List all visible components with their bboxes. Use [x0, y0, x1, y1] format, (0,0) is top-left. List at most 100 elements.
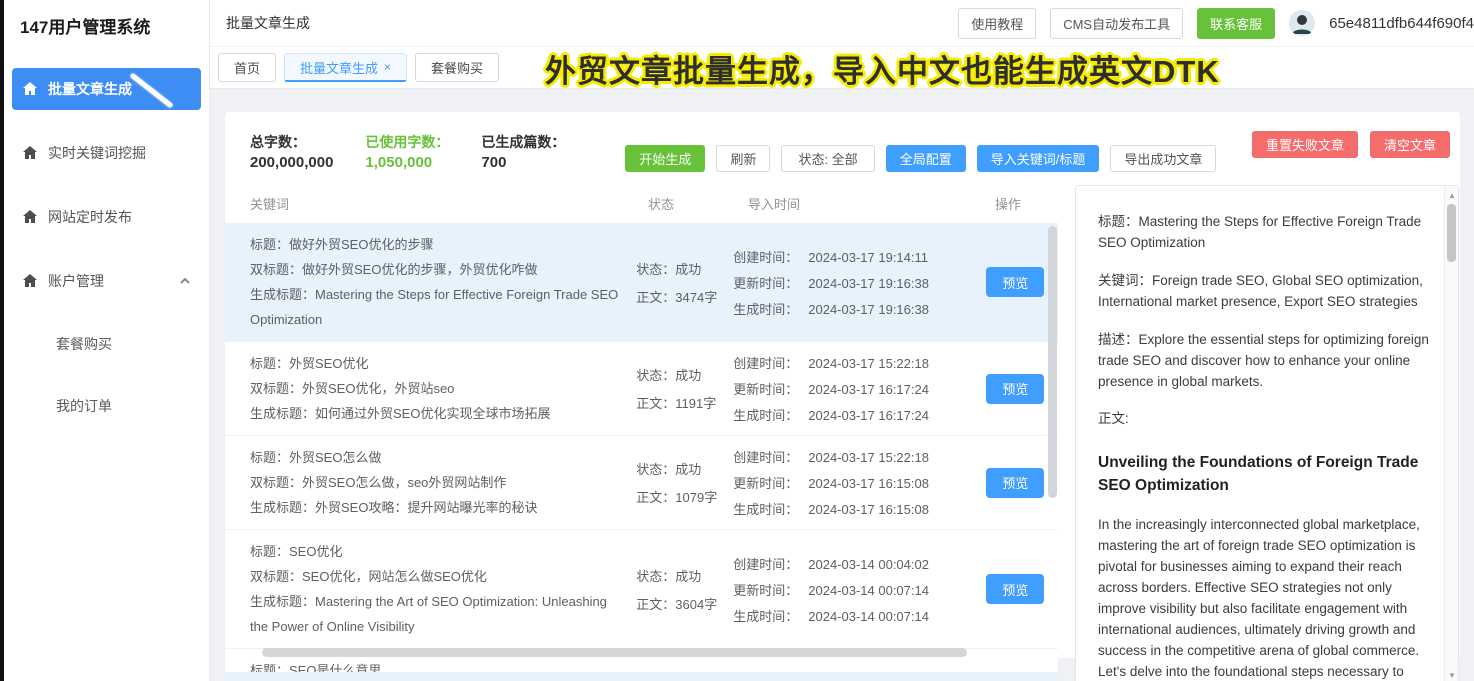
import-keywords-button[interactable]: 导入关键词/标题 [977, 145, 1100, 172]
preview-title-text: Mastering the Steps for Effective Foreig… [1098, 214, 1421, 250]
generated-time: 2024-03-14 00:07:14 [808, 609, 929, 624]
table-vertical-scrollbar[interactable] [1048, 188, 1057, 628]
stat-value: 700 [481, 152, 565, 174]
sidebar-subitem-label: 我的订单 [56, 396, 112, 416]
action-cell: 预览 [973, 445, 1058, 520]
time-cell: 创建时间： 2024-03-14 00:04:02 更新时间： 2024-03-14… [733, 539, 972, 639]
preview-keywords: 关键词：Foreign trade SEO, Global SEO optimi… [1098, 271, 1436, 313]
updated-time-label: 更新时间： [733, 473, 798, 492]
home-icon [22, 81, 38, 97]
contact-support-button[interactable]: 联系客服 [1197, 8, 1275, 39]
row-title: 标题：SEO优化 [250, 539, 622, 564]
row-dual-title: 双标题：外贸SEO怎么做，seo外贸网站制作 [250, 470, 622, 495]
keyword-cell: 标题：外贸SEO怎么做 双标题：外贸SEO怎么做，seo外贸网站制作 生成标题：… [250, 445, 636, 520]
status-cell: 状态：成功 正文：3474字 [636, 232, 733, 332]
main-card: 总字数： 200,000,000 已使用字数： 1,050,000 已生成篇数：… [225, 112, 1460, 658]
status-cell: 状态：成功 正文：1191字 [636, 351, 733, 426]
sidebar-item-batch-generate[interactable]: 批量文章生成 [12, 68, 201, 110]
preview-button[interactable]: 预览 [986, 574, 1044, 604]
video-caption-overlay: 外贸文章批量生成，导入中文也能生成英文DTK [545, 46, 1220, 91]
preview-button[interactable]: 预览 [986, 374, 1044, 404]
sidebar-subitem-label: 套餐购买 [56, 334, 112, 354]
created-time-label: 创建时间： [733, 554, 798, 573]
home-icon [22, 209, 38, 225]
table-row[interactable]: 标题：外贸SEO优化 双标题：外贸SEO优化，外贸站seo 生成标题：如何通过外… [225, 342, 1058, 436]
updated-time-label: 更新时间： [733, 580, 798, 599]
cms-tool-button[interactable]: CMS自动发布工具 [1050, 8, 1183, 39]
sidebar-subitem-package-purchase[interactable]: 套餐购买 [12, 324, 201, 364]
refresh-button[interactable]: 刷新 [716, 145, 770, 172]
preview-description-label: 描述： [1098, 332, 1139, 347]
created-time-label: 创建时间： [733, 447, 798, 466]
row-word-count: 正文：3474字 [636, 287, 733, 306]
preview-body-label: 正文: [1098, 409, 1436, 430]
created-time-label: 创建时间： [733, 353, 798, 372]
clear-articles-button[interactable]: 清空文章 [1370, 131, 1450, 158]
sidebar-item-label: 批量文章生成 [48, 79, 132, 99]
tutorial-button[interactable]: 使用教程 [958, 8, 1036, 39]
sidebar-item-realtime-keywords[interactable]: 实时关键词挖掘 [12, 132, 201, 174]
created-time: 2024-03-14 00:04:02 [808, 557, 929, 572]
scroll-down-icon[interactable]: ▼ [1445, 668, 1459, 681]
row-status: 状态：成功 [636, 566, 733, 585]
preview-title-label: 标题： [1098, 214, 1139, 229]
column-header-import-time: 导入时间 [748, 194, 995, 213]
time-cell: 创建时间：2024-03-17 19:14:11 更新时间：2024-03-17… [733, 232, 972, 332]
tab-package-purchase[interactable]: 套餐购买 [415, 53, 499, 82]
table-horizontal-scrollbar[interactable] [230, 648, 1055, 658]
status-cell: 状态：成功 正文：1079字 [636, 445, 733, 520]
avatar[interactable] [1289, 10, 1315, 36]
sidebar-subitem-my-orders[interactable]: 我的订单 [12, 386, 201, 426]
row-status: 状态：成功 [636, 259, 733, 278]
sidebar-item-label: 实时关键词挖掘 [48, 143, 146, 163]
updated-time: 2024-03-17 16:15:08 [808, 476, 929, 491]
table-row[interactable]: 标题：做好外贸SEO优化的步骤 双标题：做好外贸SEO优化的步骤，外贸优化咋做 … [225, 223, 1058, 342]
row-word-count: 正文：1191字 [636, 393, 733, 412]
column-header-keyword: 关键词 [250, 194, 648, 213]
generated-time-label: 生成时间： [733, 299, 798, 318]
column-header-status: 状态 [648, 194, 748, 213]
header-actions: 使用教程 CMS自动发布工具 联系客服 65e4811dfb644f690f4 [958, 8, 1474, 39]
preview-scrollbar[interactable]: ▲ ▼ [1444, 186, 1458, 681]
row-dual-title: 双标题：做好外贸SEO优化的步骤，外贸优化咋做 [250, 257, 622, 282]
row-title: 标题：外贸SEO怎么做 [250, 445, 622, 470]
status-filter-select[interactable]: 状态: 全部 [781, 145, 874, 172]
generated-time-label: 生成时间： [733, 405, 798, 424]
preview-button[interactable]: 预览 [986, 267, 1044, 297]
export-success-button[interactable]: 导出成功文章 [1110, 145, 1216, 172]
toolbar-buttons: 开始生成 刷新 状态: 全部 全局配置 导入关键词/标题 导出成功文章 [625, 145, 1216, 172]
sidebar-item-account-management[interactable]: 账户管理 [12, 260, 201, 302]
action-cell: 预览 [973, 539, 1058, 639]
stat-label: 已使用字数： [365, 132, 449, 152]
generated-time-label: 生成时间： [733, 499, 798, 518]
scrollbar-thumb[interactable] [262, 648, 967, 657]
global-config-button[interactable]: 全局配置 [886, 145, 966, 172]
row-dual-title: 双标题：SEO优化，网站怎么做SEO优化 [250, 564, 622, 589]
action-cell: 预览 [973, 232, 1058, 332]
table-header-row: 关键词 状态 导入时间 操作 [225, 186, 1058, 223]
close-icon[interactable]: × [384, 60, 391, 74]
scroll-up-icon[interactable]: ▲ [1445, 188, 1459, 202]
sidebar-item-scheduled-publish[interactable]: 网站定时发布 [12, 196, 201, 238]
status-cell: 状态：成功 正文：3604字 [636, 539, 733, 639]
annotation-diagonal-line [129, 73, 173, 109]
row-generated-title: 生成标题：外贸SEO攻略：提升网站曝光率的秘诀 [250, 495, 622, 520]
chevron-up-icon [179, 275, 191, 287]
tab-label: 批量文章生成 [300, 58, 378, 77]
table-row[interactable]: 标题：SEO优化 双标题：SEO优化，网站怎么做SEO优化 生成标题：Maste… [225, 530, 1058, 649]
scrollbar-thumb[interactable] [1447, 204, 1456, 262]
scrollbar-thumb[interactable] [1048, 226, 1057, 498]
danger-buttons: 重置失败文章 清空文章 [1252, 131, 1450, 158]
sidebar-menu: 批量文章生成 实时关键词挖掘 网站定时发布 账户管理 套餐购买 我的订单 [4, 68, 209, 426]
tab-home[interactable]: 首页 [218, 53, 276, 82]
reset-failed-button[interactable]: 重置失败文章 [1252, 131, 1358, 158]
app-logo: 147用户管理系统 [4, 0, 209, 48]
table-row[interactable]: 标题：外贸SEO怎么做 双标题：外贸SEO怎么做，seo外贸网站制作 生成标题：… [225, 436, 1058, 530]
article-preview-panel: 标题：Mastering the Steps for Effective For… [1075, 185, 1459, 681]
row-generated-title: 生成标题：Mastering the Art of SEO Optimizati… [250, 589, 622, 639]
created-time: 2024-03-17 15:22:18 [808, 356, 929, 371]
sidebar-item-label: 网站定时发布 [48, 207, 132, 227]
start-generate-button[interactable]: 开始生成 [625, 145, 705, 172]
preview-button[interactable]: 预览 [986, 468, 1044, 498]
tab-batch-generate[interactable]: 批量文章生成 × [284, 53, 407, 82]
